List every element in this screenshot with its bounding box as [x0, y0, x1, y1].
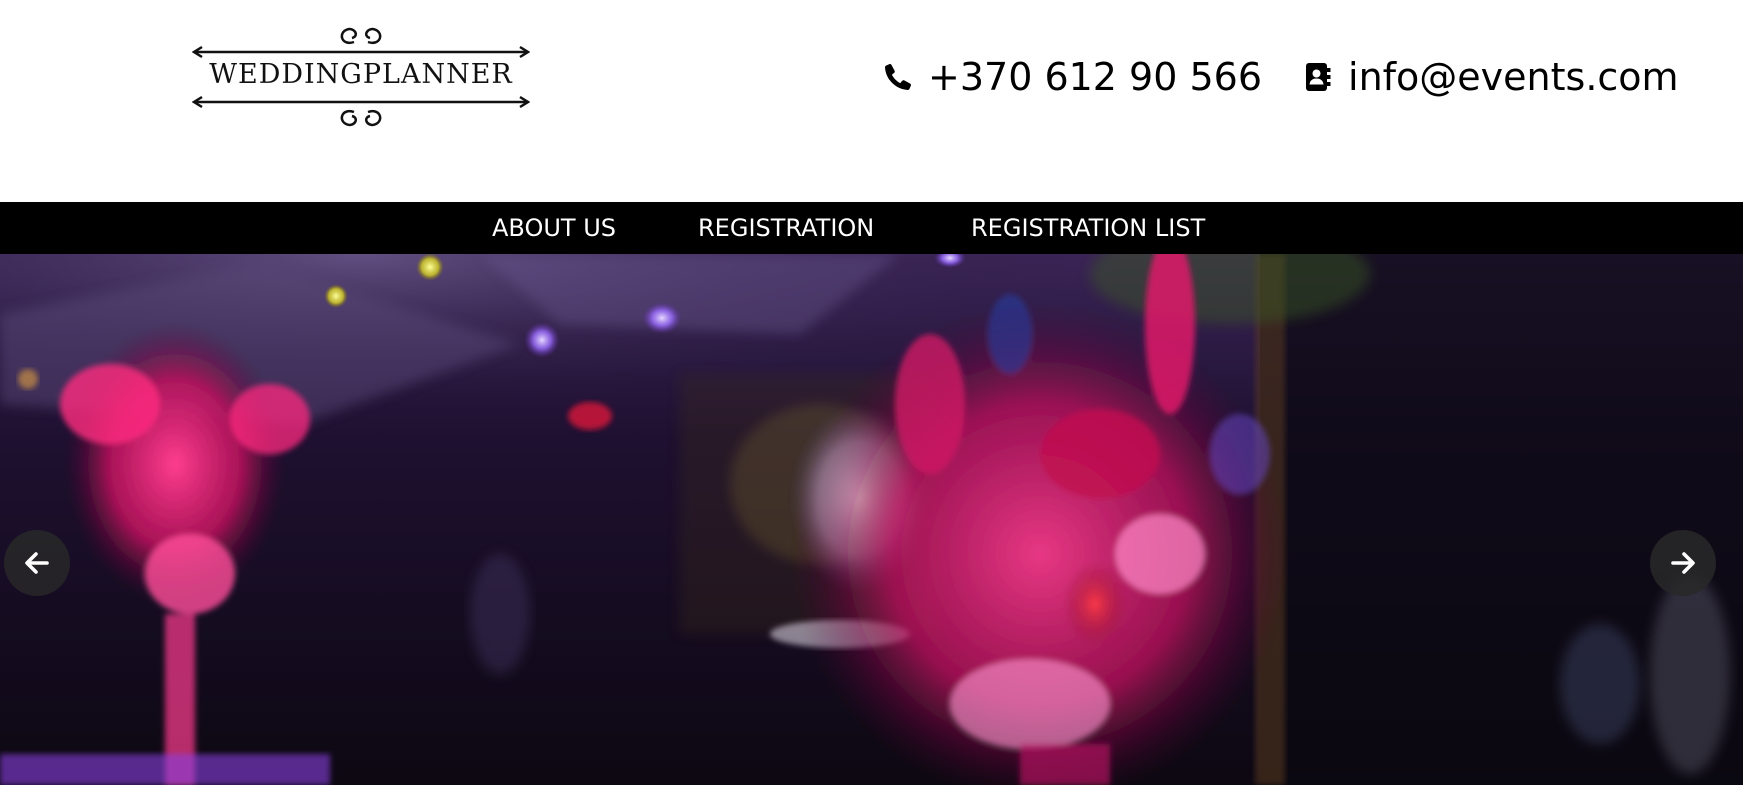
hero-image	[0, 254, 1743, 785]
logo-text-wedding: WEDDING	[209, 59, 363, 90]
email-address: info@events.com	[1348, 55, 1679, 99]
contact-card-icon	[1302, 61, 1334, 93]
hero-slider	[0, 254, 1743, 785]
arrow-right-icon	[1670, 551, 1696, 575]
nav-about-us[interactable]: ABOUT US	[492, 202, 616, 254]
logo[interactable]: WEDDINGPLANNER	[192, 26, 530, 128]
phone-contact[interactable]: +370 612 90 566	[882, 55, 1262, 99]
phone-number: +370 612 90 566	[928, 55, 1263, 99]
logo-text-planner: PLANNER	[362, 59, 513, 90]
email-contact[interactable]: info@events.com	[1302, 55, 1679, 99]
prev-slide-button[interactable]	[4, 530, 70, 596]
nav-registration[interactable]: REGISTRATION	[698, 202, 874, 254]
nav-registration-list[interactable]: REGISTRATION LIST	[971, 202, 1205, 254]
logo-text: WEDDINGPLANNER	[192, 59, 530, 90]
contact-info: +370 612 90 566 info@events.com	[882, 52, 1679, 102]
main-navigation: ABOUT US REGISTRATION REGISTRATION LIST	[0, 202, 1743, 254]
site-header: WEDDINGPLANNER +370 612 90 566 info@even…	[0, 0, 1743, 202]
next-slide-button[interactable]	[1650, 530, 1716, 596]
phone-icon	[882, 61, 914, 93]
arrow-left-icon	[24, 551, 50, 575]
